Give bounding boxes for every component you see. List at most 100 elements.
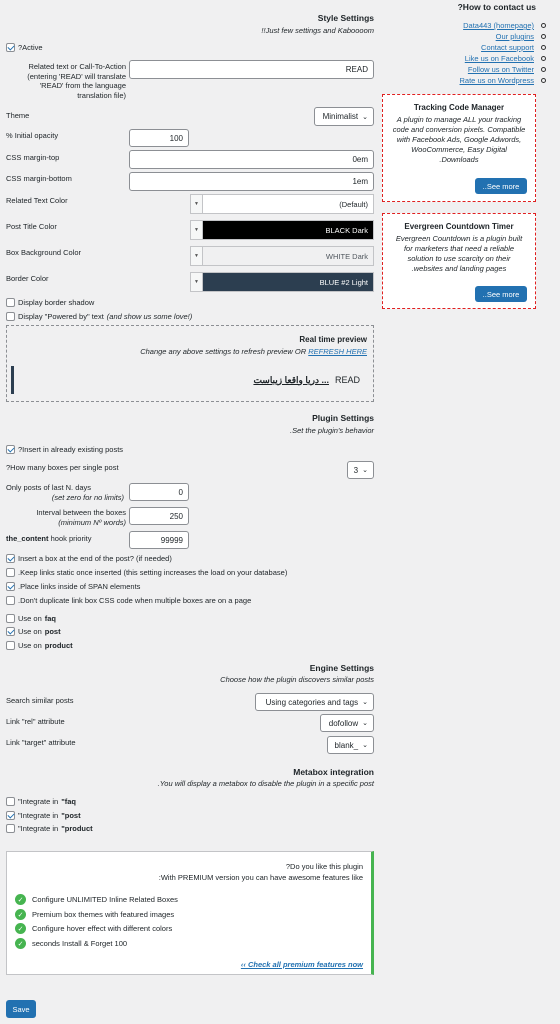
span-checkbox[interactable] (6, 582, 15, 591)
bullet-icon (541, 45, 546, 50)
engine-settings-title: Engine Settings (309, 663, 374, 673)
powered-by-checkbox[interactable] (6, 312, 15, 321)
integrate-post-label: post (64, 811, 81, 820)
chevron-down-icon: ⌄ (362, 742, 368, 749)
metabox-subtitle: .You will display a metabox to disable t… (157, 779, 374, 788)
bullet-icon (541, 34, 546, 39)
boxes-select[interactable]: 3 ⌄ (347, 461, 374, 479)
end-box-checkbox[interactable] (6, 554, 15, 563)
target-label: Link "target" attribute (6, 738, 76, 747)
no-dup-css-label: .Don't duplicate link box CSS code when … (18, 596, 252, 605)
related-text-input[interactable]: READ (129, 60, 374, 79)
style-settings-title: Style Settings (317, 13, 374, 23)
theme-label: Theme (6, 111, 30, 120)
save-button[interactable]: Save (6, 1000, 36, 1018)
use-on-product-label: product (44, 641, 73, 650)
insert-existing-checkbox[interactable] (6, 445, 15, 454)
see-more-button[interactable]: ..See more (475, 286, 527, 302)
see-more-button[interactable]: ..See more (475, 178, 527, 194)
last-days-note: (set zero for no limits) (51, 492, 124, 502)
bullet-icon (541, 56, 546, 61)
integrate-faq-label: faq (64, 797, 77, 806)
insert-existing-row[interactable]: ?Insert in already existing posts (6, 445, 123, 454)
use-on-faq-label: faq (44, 614, 57, 623)
box-bg-color-picker[interactable]: ▼ WHITE Dark (190, 246, 374, 266)
static-links-row[interactable]: .Keep links static once inserted (this s… (6, 568, 287, 577)
use-on-product-row[interactable]: Use on product (6, 641, 73, 650)
search-similar-select[interactable]: Using categories and tags ⌄ (255, 693, 374, 711)
use-on-product-checkbox[interactable] (6, 641, 15, 650)
powered-by-row[interactable]: Display "Powered by" text (and show us s… (6, 312, 192, 321)
support-link[interactable]: Contact support (481, 43, 534, 52)
priority-input[interactable]: 99999 (129, 531, 189, 549)
opacity-input[interactable]: 100 (129, 129, 189, 147)
post-title-color-label: Post Title Color (6, 222, 57, 231)
text-color-label: Related Text Color (6, 196, 68, 205)
no-dup-css-checkbox[interactable] (6, 596, 15, 605)
preview-subtitle: Change any above settings to refresh pre… (140, 347, 307, 356)
margin-bottom-input[interactable]: 1em (129, 172, 374, 191)
integrate-faq-row[interactable]: " Integrate in " faq (6, 797, 76, 806)
style-settings-subtitle: !!Just few settings and Kaboooom (261, 26, 374, 35)
border-color-label: Border Color (6, 274, 49, 283)
post-title-color-picker[interactable]: ▼ BLACK Dark (190, 220, 374, 240)
promo-countdown: Evergreen Countdown Timer Evergreen Coun… (382, 213, 536, 309)
use-on-faq-row[interactable]: Use on faq (6, 614, 56, 623)
margin-bottom-label: CSS margin-bottom (6, 174, 72, 183)
use-on-post-checkbox[interactable] (6, 627, 15, 636)
margin-top-label: CSS margin-top (6, 153, 60, 162)
preview-post-title[interactable]: دریا واقعا زیباست ... (253, 375, 329, 386)
use-on-post-row[interactable]: Use on post (6, 627, 61, 636)
active-checkbox[interactable] (6, 43, 15, 52)
rel-select[interactable]: dofollow ⌄ (320, 714, 374, 732)
active-label: ?Active (18, 43, 43, 52)
theme-select[interactable]: Minimalist ⌄ (314, 107, 374, 126)
bullet-icon (541, 23, 546, 28)
static-links-checkbox[interactable] (6, 568, 15, 577)
integrate-post-checkbox[interactable] (6, 811, 15, 820)
premium-feature: ✓ Configure hover effect with different … (15, 923, 172, 934)
active-row[interactable]: ?Active (6, 43, 43, 52)
interval-label-group: Interval between the boxes (minimum Nº w… (6, 508, 126, 527)
target-select[interactable]: blank_ ⌄ (327, 736, 374, 754)
interval-input[interactable]: 250 (129, 507, 189, 525)
plugin-settings-title: Plugin Settings (312, 413, 374, 423)
check-circle-icon: ✓ (15, 938, 26, 949)
post-title-color-value: BLACK Dark (203, 221, 373, 239)
powered-by-note: (and show us some love!) (106, 312, 193, 321)
text-color-picker[interactable]: ▼ (Default) (190, 194, 374, 214)
integrate-faq-checkbox[interactable] (6, 797, 15, 806)
dropdown-arrow-icon: ▼ (191, 247, 203, 265)
end-box-row[interactable]: Insert a box at the end of the post? (if… (6, 554, 172, 563)
integrate-label: Integrate in (20, 824, 59, 833)
boxes-label: ?How many boxes per single post (6, 463, 119, 472)
integrate-post-row[interactable]: " Integrate in " post (6, 811, 81, 820)
premium-intro: :With PREMIUM version you can have aweso… (158, 873, 363, 882)
last-days-input[interactable]: 0 (129, 483, 189, 501)
dropdown-arrow-icon: ▼ (191, 195, 203, 213)
check-circle-icon: ✓ (15, 909, 26, 920)
metabox-title: Metabox integration (293, 767, 374, 777)
use-on-label: Use on (18, 627, 42, 636)
homepage-link[interactable]: Data443 (homepage) (463, 21, 534, 30)
span-row[interactable]: .Place links inside of SPAN elements (6, 582, 140, 591)
plugins-link[interactable]: Our plugins (496, 32, 534, 41)
use-on-faq-checkbox[interactable] (6, 614, 15, 623)
border-color-picker[interactable]: ▼ BLUE #2 Light (190, 272, 374, 292)
margin-top-input[interactable]: 0em (129, 150, 374, 169)
refresh-link[interactable]: REFRESH HERE (308, 347, 367, 356)
twitter-link[interactable]: Follow us on Twitter (468, 65, 534, 74)
wordpress-link[interactable]: Rate us on Wordpress (460, 76, 534, 85)
search-similar-label: Search similar posts (6, 696, 74, 705)
use-on-label: Use on (18, 614, 42, 623)
preview-box: دریا واقعا زیباست ... READ (11, 366, 370, 394)
premium-link[interactable]: ‹‹ Check all premium features now (241, 960, 363, 969)
preview-panel: Real time preview Change any above setti… (6, 325, 374, 402)
no-dup-css-row[interactable]: .Don't duplicate link box CSS code when … (6, 596, 251, 605)
integrate-product-checkbox[interactable] (6, 824, 15, 833)
preview-title: Real time preview (299, 335, 367, 344)
border-shadow-checkbox[interactable] (6, 298, 15, 307)
facebook-link[interactable]: Like us on Facebook (465, 54, 534, 63)
integrate-product-row[interactable]: " Integrate in " product (6, 824, 93, 833)
border-shadow-row[interactable]: Display border shadow (6, 298, 94, 307)
